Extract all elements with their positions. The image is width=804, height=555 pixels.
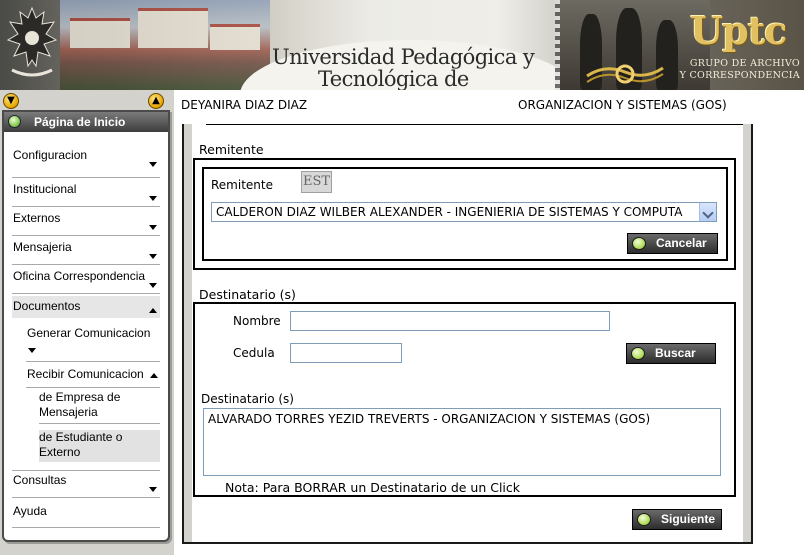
uptc-logo: Uptc (690, 8, 787, 53)
cedula-label: Cedula (233, 346, 275, 360)
sidebar-item-oficina-correspondencia[interactable]: Oficina Correspondencia (12, 265, 160, 294)
nombre-input[interactable] (290, 311, 610, 331)
subitem-line1: de Estudiante o (39, 430, 123, 444)
remitente-legend: Remitente (199, 142, 264, 157)
siguiente-button-label: Siguiente (661, 512, 716, 526)
subitem-line2: Mensajeria (39, 405, 98, 419)
frame-shade-right (743, 124, 751, 542)
button-dot-icon (637, 513, 651, 526)
subitem-line2: Externo (39, 445, 81, 459)
sidebar-subitem-empresa-mensajeria[interactable]: de Empresa de Mensajeria (39, 390, 160, 424)
nombre-label: Nombre (233, 314, 281, 328)
group-label: GRUPO DE ARCHIVO Y CORRESPONDENCIA (668, 58, 800, 82)
sidebar-item-label: Externos (13, 211, 61, 225)
sidebar-subitem-label: Generar Comunicacion (27, 326, 151, 340)
sidebar-item-label: Oficina Correspondencia (13, 269, 146, 283)
sidebar-item-label: Configuracion (13, 148, 88, 162)
header-banner: Universidad Pedagógica y Tecnológica de … (0, 0, 804, 90)
button-dot-icon (631, 347, 645, 360)
home-link[interactable]: Página de Inicio (4, 112, 168, 132)
chevron-down-icon (149, 162, 157, 167)
buscar-button-label: Buscar (655, 346, 696, 360)
destinatario-legend: Destinatario (s) (199, 287, 296, 302)
sidebar-scroll-arrows: ▼ ▲ (0, 92, 174, 112)
chevron-down-icon (149, 225, 157, 230)
cancelar-button[interactable]: Cancelar (627, 233, 718, 254)
remitente-selected-value: CALDERON DIAZ WILBER ALEXANDER - INGENIE… (216, 205, 683, 219)
remitente-field-label: Remitente (211, 178, 273, 192)
sidebar-item-ayuda[interactable]: Ayuda (12, 498, 160, 528)
scroll-down-arrow-icon[interactable]: ▼ (3, 93, 19, 109)
sidebar-item-consultas[interactable]: Consultas (12, 470, 160, 498)
chevron-up-icon (150, 373, 158, 378)
sidebar-subitem-label: Recibir Comunicacion (27, 367, 144, 381)
sidebar-item-label: Mensajeria (13, 240, 72, 254)
list-item[interactable]: ALVARADO TORRES YEZID TREVERTS - ORGANIZ… (208, 412, 716, 426)
frame-shade-left (184, 124, 192, 542)
sidebar-item-documentos[interactable]: Documentos (12, 296, 160, 318)
button-dot-icon (632, 237, 646, 250)
sidebar-item-label: Ayuda (13, 504, 47, 518)
subitem-line1: de Empresa de (39, 390, 121, 404)
campus-photo (60, 0, 270, 90)
user-department: ORGANIZACION Y SISTEMAS (GOS) (518, 98, 727, 112)
chevron-down-icon (149, 283, 157, 288)
sidebar-subitem-generar-comunicacion[interactable]: Generar Comunicacion (26, 324, 160, 362)
siguiente-button[interactable]: Siguiente (632, 509, 722, 530)
chevron-down-icon (149, 487, 157, 492)
delete-note: Nota: Para BORRAR un Destinatario de un … (225, 480, 521, 495)
university-name-line2: Tecnológica de Colombia (318, 67, 469, 90)
cedula-input[interactable] (290, 343, 402, 363)
cancelar-button-label: Cancelar (656, 236, 707, 250)
sidebar-item-label: Documentos (13, 299, 81, 313)
chevron-down-icon (149, 196, 157, 201)
sidebar-subitem-recibir-comunicacion[interactable]: Recibir Comunicacion (26, 364, 160, 388)
home-link-label: Página de Inicio (34, 115, 126, 129)
group-label-line2: Y CORRESPONDENCIA (679, 70, 800, 81)
sidebar-item-label: Consultas (13, 473, 67, 487)
sidebar-item-mensajeria[interactable]: Mensajeria (12, 236, 160, 265)
buscar-button[interactable]: Buscar (626, 343, 716, 364)
chevron-down-icon (28, 348, 36, 353)
chevron-up-icon (149, 308, 157, 313)
dropdown-arrow-icon[interactable] (699, 203, 716, 221)
rings-logo-icon (586, 64, 664, 84)
menu-panel: Página de Inicio Configuracion Instituci… (2, 110, 170, 542)
sidebar-item-externos[interactable]: Externos (12, 207, 160, 236)
university-name-line1: Universidad Pedagógica y (272, 45, 535, 69)
sidebar-item-configuracion[interactable]: Configuracion (12, 136, 160, 178)
sidebar-item-label: Institucional (13, 182, 77, 196)
group-label-line1: GRUPO DE ARCHIVO (689, 58, 800, 69)
chevron-down-icon (149, 254, 157, 259)
university-crest-icon (6, 6, 58, 77)
university-name: Universidad Pedagógica y Tecnológica de … (272, 46, 562, 90)
sidebar-subitem-estudiante-externo[interactable]: de Estudiante o Externo (39, 430, 160, 462)
destinatario-list-label: Destinatario (s) (201, 392, 294, 406)
user-name: DEYANIRA DIAZ DIAZ (181, 98, 308, 112)
sidebar: ▼ ▲ Página de Inicio Configuracion Insti… (0, 90, 174, 555)
remitente-select[interactable]: CALDERON DIAZ WILBER ALEXANDER - INGENIE… (211, 202, 717, 222)
home-dot-icon (8, 115, 21, 128)
est-badge: EST (301, 171, 332, 193)
scroll-up-arrow-icon[interactable]: ▲ (148, 93, 164, 109)
sidebar-item-institucional[interactable]: Institucional (12, 178, 160, 207)
destinatario-list[interactable]: ALVARADO TORRES YEZID TREVERTS - ORGANIZ… (203, 408, 721, 476)
